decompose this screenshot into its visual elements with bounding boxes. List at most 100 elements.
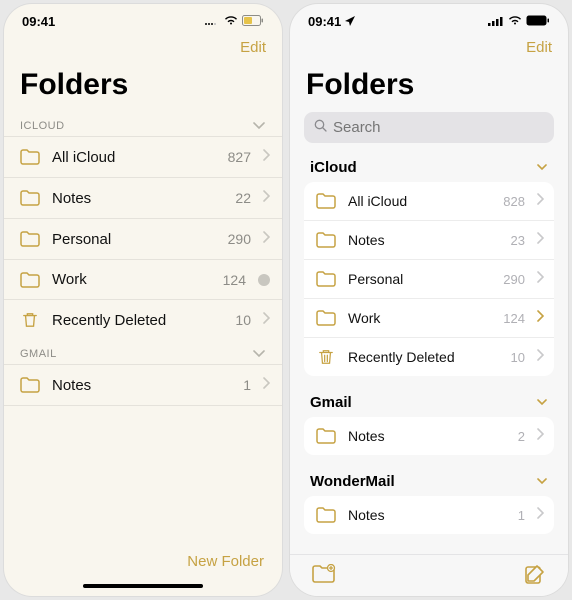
- folder-count: 10: [511, 350, 525, 365]
- folder-plus-icon: [312, 572, 336, 587]
- section-label: ICLOUD: [20, 120, 65, 132]
- folder-count: 1: [518, 508, 525, 523]
- folder-row[interactable]: Personal 290: [4, 218, 282, 259]
- trash-icon: [316, 349, 336, 365]
- folder-icon: [20, 149, 40, 165]
- group-yahoo: Yahoo! Notes 12: [304, 546, 554, 554]
- page-title: Folders: [290, 60, 568, 112]
- folder-label: Recently Deleted: [52, 312, 223, 329]
- edit-button[interactable]: Edit: [526, 39, 552, 56]
- folder-icon: [316, 271, 336, 287]
- battery-icon: [242, 14, 264, 29]
- search-icon: [314, 119, 327, 136]
- group-header[interactable]: Gmail: [304, 388, 554, 417]
- folder-row[interactable]: Recently Deleted 10: [4, 299, 282, 340]
- new-folder-button[interactable]: [312, 564, 336, 587]
- location-icon: [345, 14, 355, 29]
- folder-label: Notes: [52, 190, 223, 207]
- phone-new: 09:41 Edit Folders iCloud All iCloud 828: [290, 4, 568, 596]
- chevron-down-icon: [252, 121, 266, 131]
- status-time: 09:41: [308, 14, 341, 29]
- folder-icon: [316, 232, 336, 248]
- folder-icon: [20, 190, 40, 206]
- wifi-icon: [224, 14, 238, 29]
- folder-row[interactable]: Notes 1: [4, 364, 282, 406]
- section-label: GMAIL: [20, 348, 57, 360]
- group-label: WonderMail: [310, 473, 395, 490]
- edit-button[interactable]: Edit: [240, 39, 266, 56]
- phone-old: 09:41 Edit Folders ICLOUD All iCloud 827: [4, 4, 282, 596]
- folder-icon: [20, 377, 40, 393]
- folder-count: 827: [228, 149, 251, 165]
- folder-count: 290: [503, 272, 525, 287]
- folder-count: 10: [235, 312, 251, 328]
- folder-count: 290: [228, 231, 251, 247]
- group-card: All iCloud 828 Notes 23 Personal 290 Wor…: [304, 182, 554, 376]
- folder-count: 2: [518, 429, 525, 444]
- chevron-right-icon: [263, 189, 270, 207]
- group-header[interactable]: Yahoo!: [304, 546, 554, 554]
- folder-row[interactable]: Notes 22: [4, 177, 282, 218]
- group-icloud: iCloud All iCloud 828 Notes 23 Personal …: [304, 153, 554, 376]
- folder-row[interactable]: Work 124: [304, 299, 554, 338]
- folder-label: Notes: [52, 377, 231, 394]
- folder-label: Recently Deleted: [348, 349, 499, 365]
- info-badge-icon: [258, 274, 270, 286]
- cellular-dots-icon: [204, 14, 220, 29]
- chevron-right-icon: [537, 270, 544, 288]
- folder-list-gmail: Notes 1: [4, 364, 282, 406]
- chevron-down-icon: [252, 349, 266, 359]
- chevron-right-icon: [537, 309, 544, 327]
- nav-header: Edit: [290, 33, 568, 60]
- status-bar: 09:41: [290, 4, 568, 33]
- folder-list-icloud: All iCloud 827 Notes 22 Personal 290 Wor…: [4, 136, 282, 340]
- compose-button[interactable]: [524, 563, 546, 588]
- wifi-icon: [508, 14, 522, 29]
- folder-count: 124: [503, 311, 525, 326]
- folder-row[interactable]: Recently Deleted 10: [304, 338, 554, 376]
- folder-label: All iCloud: [52, 149, 216, 166]
- chevron-right-icon: [537, 348, 544, 366]
- folder-row[interactable]: Work 124: [4, 259, 282, 299]
- nav-header: Edit: [4, 33, 282, 60]
- folder-count: 23: [511, 233, 525, 248]
- chevron-right-icon: [263, 148, 270, 166]
- section-header-gmail[interactable]: GMAIL: [4, 340, 282, 364]
- folder-row[interactable]: All iCloud 827: [4, 136, 282, 177]
- folder-label: Work: [348, 310, 491, 326]
- chevron-right-icon: [537, 192, 544, 210]
- group-wondermail: WonderMail Notes 1: [304, 467, 554, 534]
- folder-label: Notes: [348, 507, 506, 523]
- chevron-right-icon: [263, 230, 270, 248]
- folder-count: 828: [503, 194, 525, 209]
- bottom-toolbar: [290, 554, 568, 596]
- chevron-down-icon: [536, 394, 548, 411]
- folder-row[interactable]: Notes 1: [304, 496, 554, 534]
- folder-row[interactable]: All iCloud 828: [304, 182, 554, 221]
- group-label: Gmail: [310, 394, 352, 411]
- new-folder-button[interactable]: New Folder: [187, 553, 264, 570]
- folder-row[interactable]: Notes 2: [304, 417, 554, 455]
- search-field[interactable]: [304, 112, 554, 143]
- status-time: 09:41: [22, 14, 55, 29]
- folder-row[interactable]: Notes 23: [304, 221, 554, 260]
- folder-row[interactable]: Personal 290: [304, 260, 554, 299]
- bottom-toolbar: New Folder: [4, 543, 282, 580]
- chevron-right-icon: [537, 427, 544, 445]
- folder-label: Work: [52, 271, 211, 288]
- section-header-icloud[interactable]: ICLOUD: [4, 112, 282, 136]
- search-input[interactable]: [333, 119, 544, 136]
- group-header[interactable]: iCloud: [304, 153, 554, 182]
- chevron-down-icon: [536, 159, 548, 176]
- chevron-right-icon: [537, 231, 544, 249]
- status-bar: 09:41: [4, 4, 282, 33]
- home-indicator: [83, 584, 203, 588]
- folder-label: Notes: [348, 232, 499, 248]
- trash-icon: [20, 312, 40, 328]
- group-header[interactable]: WonderMail: [304, 467, 554, 496]
- folder-icon: [316, 428, 336, 444]
- folder-icon: [20, 272, 40, 288]
- chevron-right-icon: [263, 376, 270, 394]
- folder-icon: [316, 310, 336, 326]
- folder-label: Notes: [348, 428, 506, 444]
